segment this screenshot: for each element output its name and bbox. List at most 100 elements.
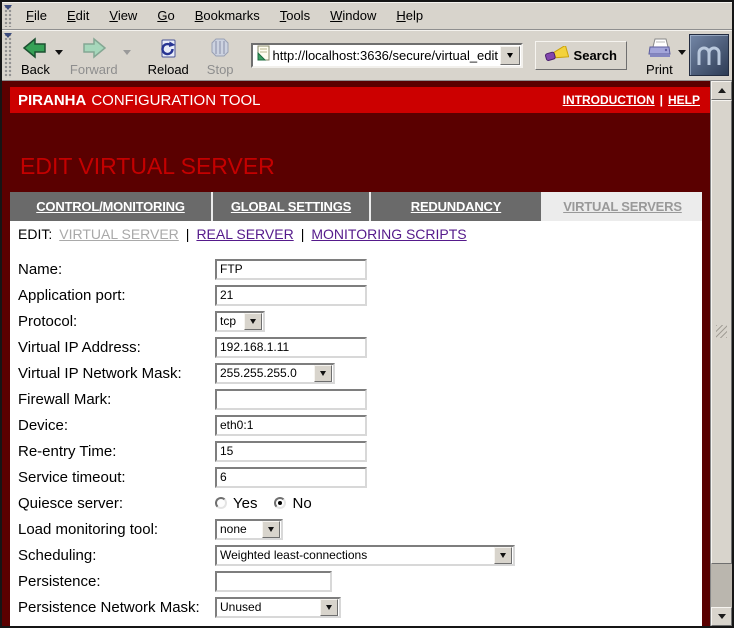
- field-application-port-input[interactable]: [215, 285, 367, 306]
- page-proxy-icon[interactable]: [256, 45, 271, 66]
- scrollbar-track[interactable]: [711, 564, 732, 607]
- tab-virtual-servers[interactable]: VIRTUAL SERVERS: [543, 192, 702, 221]
- form-row-virtual-ip-network-mask: Virtual IP Network Mask:255.255.255.0: [10, 360, 702, 386]
- scroll-down-button[interactable]: [711, 607, 732, 626]
- header-link-separator: |: [660, 93, 663, 107]
- dropdown-arrow-icon[interactable]: [314, 365, 332, 382]
- tab-bar: CONTROL/MONITORING GLOBAL SETTINGS REDUNDA…: [10, 192, 702, 221]
- dropdown-arrow-icon[interactable]: [320, 599, 338, 616]
- field-re-entry-time-input[interactable]: [215, 441, 367, 462]
- menu-bar: FileEditViewGoBookmarksToolsWindowHelp: [2, 2, 732, 30]
- dropdown-arrow-icon[interactable]: [244, 313, 262, 330]
- field-persistence-network-mask-selected-value: Unused: [217, 600, 319, 614]
- field-virtual-ip-address-input[interactable]: [215, 337, 367, 358]
- field-quiesce-server-label: Quiesce server:: [18, 495, 215, 512]
- back-icon: [23, 36, 47, 62]
- menu-items: FileEditViewGoBookmarksToolsWindowHelp: [16, 8, 433, 23]
- field-quiesce-server-radio-yes[interactable]: [215, 497, 227, 509]
- menu-go[interactable]: Go: [147, 8, 184, 23]
- mozilla-m-icon: [696, 43, 722, 67]
- subnav-prefix: EDIT:: [18, 226, 52, 242]
- menu-bookmarks[interactable]: Bookmarks: [185, 8, 270, 23]
- menu-view[interactable]: View: [99, 8, 147, 23]
- back-button[interactable]: Back: [16, 34, 55, 77]
- field-name-label: Name:: [18, 261, 215, 278]
- dropdown-arrow-icon[interactable]: [262, 521, 280, 538]
- field-device-label: Device:: [18, 417, 215, 434]
- form-row-virtual-ip-address: Virtual IP Address:: [10, 334, 702, 360]
- menu-help[interactable]: Help: [386, 8, 433, 23]
- field-scheduling-selected-value: Weighted least-connections: [217, 548, 493, 562]
- subnav-link-monitoring-scripts[interactable]: MONITORING SCRIPTS: [311, 226, 466, 242]
- menubar-grip[interactable]: [4, 5, 12, 27]
- tab-control-monitoring[interactable]: CONTROL/MONITORING: [10, 192, 213, 221]
- flashlight-icon: [545, 46, 569, 65]
- form-row-persistence: Persistence:: [10, 568, 702, 594]
- field-quiesce-server-radio-label-no: No: [292, 495, 311, 512]
- field-firewall-mark-input[interactable]: [215, 389, 367, 410]
- forward-icon: [82, 36, 106, 62]
- dropdown-arrow-icon[interactable]: [494, 547, 512, 564]
- virtual-server-form: Name:Application port:Protocol:tcpVirtua…: [10, 247, 702, 626]
- print-label: Print: [646, 63, 673, 77]
- field-virtual-ip-network-mask-selected-value: 255.255.255.0: [217, 366, 313, 380]
- subnav-separator: |: [301, 226, 305, 242]
- field-scheduling-label: Scheduling:: [18, 547, 215, 564]
- form-row-service-timeout: Service timeout:: [10, 464, 702, 490]
- form-row-scheduling: Scheduling:Weighted least-connections: [10, 542, 702, 568]
- print-dropdown-icon[interactable]: [678, 50, 686, 59]
- field-virtual-ip-network-mask-label: Virtual IP Network Mask:: [18, 365, 215, 382]
- mozilla-throbber[interactable]: [689, 34, 729, 76]
- field-protocol-select[interactable]: tcp: [215, 311, 265, 332]
- subnav-current-virtual-server: VIRTUAL SERVER: [59, 226, 179, 242]
- form-row-protocol: Protocol:tcp: [10, 308, 702, 334]
- field-name-input[interactable]: [215, 259, 367, 280]
- tab-redundancy[interactable]: REDUNDANCY: [371, 192, 543, 221]
- page-header-bar: PIRANHACONFIGURATION TOOL INTRODUCTION|H…: [10, 87, 710, 113]
- edit-subnav: EDIT:VIRTUAL SERVER|REAL SERVER|MONITORI…: [10, 221, 702, 247]
- search-button[interactable]: Search: [535, 41, 627, 70]
- field-load-monitoring-tool-select[interactable]: none: [215, 519, 283, 540]
- tab-label-global-settings: GLOBAL SETTINGS: [231, 199, 351, 214]
- url-history-dropdown-button[interactable]: [500, 46, 520, 65]
- reload-label: Reload: [148, 63, 189, 77]
- form-row-name: Name:: [10, 256, 702, 282]
- scrollbar-thumb[interactable]: [711, 100, 732, 564]
- browser-content: PIRANHACONFIGURATION TOOL INTRODUCTION|H…: [2, 81, 732, 626]
- header-link-introduction[interactable]: INTRODUCTION: [563, 93, 655, 107]
- scroll-up-button[interactable]: [711, 81, 732, 100]
- print-button[interactable]: Print: [641, 34, 678, 77]
- menu-file[interactable]: File: [16, 8, 57, 23]
- field-load-monitoring-tool-label: Load monitoring tool:: [18, 521, 215, 538]
- menu-tools[interactable]: Tools: [270, 8, 320, 23]
- field-firewall-mark-label: Firewall Mark:: [18, 391, 215, 408]
- forward-history-dropdown-icon[interactable]: [123, 50, 131, 59]
- field-service-timeout-input[interactable]: [215, 467, 367, 488]
- field-scheduling-select[interactable]: Weighted least-connections: [215, 545, 515, 566]
- field-persistence-input[interactable]: [215, 571, 332, 592]
- field-persistence-network-mask-select[interactable]: Unused: [215, 597, 341, 618]
- forward-button[interactable]: Forward: [65, 34, 123, 77]
- field-persistence-network-mask-label: Persistence Network Mask:: [18, 599, 215, 616]
- header-link-help[interactable]: HELP: [668, 93, 700, 107]
- menu-window[interactable]: Window: [320, 8, 386, 23]
- form-row-re-entry-time: Re-entry Time:: [10, 438, 702, 464]
- browser-window: FileEditViewGoBookmarksToolsWindowHelp B…: [0, 0, 734, 628]
- form-row-persistence-network-mask: Persistence Network Mask:Unused: [10, 594, 702, 620]
- field-virtual-ip-network-mask-select[interactable]: 255.255.255.0: [215, 363, 335, 384]
- subnav-link-real-server[interactable]: REAL SERVER: [196, 226, 293, 242]
- field-application-port-label: Application port:: [18, 287, 215, 304]
- url-input[interactable]: [271, 47, 500, 64]
- field-protocol-selected-value: tcp: [217, 314, 243, 328]
- field-quiesce-server-radio-label-yes: Yes: [233, 495, 257, 512]
- tab-global-settings[interactable]: GLOBAL SETTINGS: [213, 192, 371, 221]
- field-device-input[interactable]: [215, 415, 367, 436]
- print-icon: [646, 36, 673, 62]
- menu-edit[interactable]: Edit: [57, 8, 99, 23]
- field-protocol-label: Protocol:: [18, 313, 215, 330]
- stop-button[interactable]: Stop: [202, 34, 239, 77]
- toolbar-grip[interactable]: [4, 33, 12, 78]
- back-history-dropdown-icon[interactable]: [55, 50, 63, 59]
- reload-button[interactable]: Reload: [143, 34, 194, 77]
- field-quiesce-server-radio-no[interactable]: [274, 497, 286, 509]
